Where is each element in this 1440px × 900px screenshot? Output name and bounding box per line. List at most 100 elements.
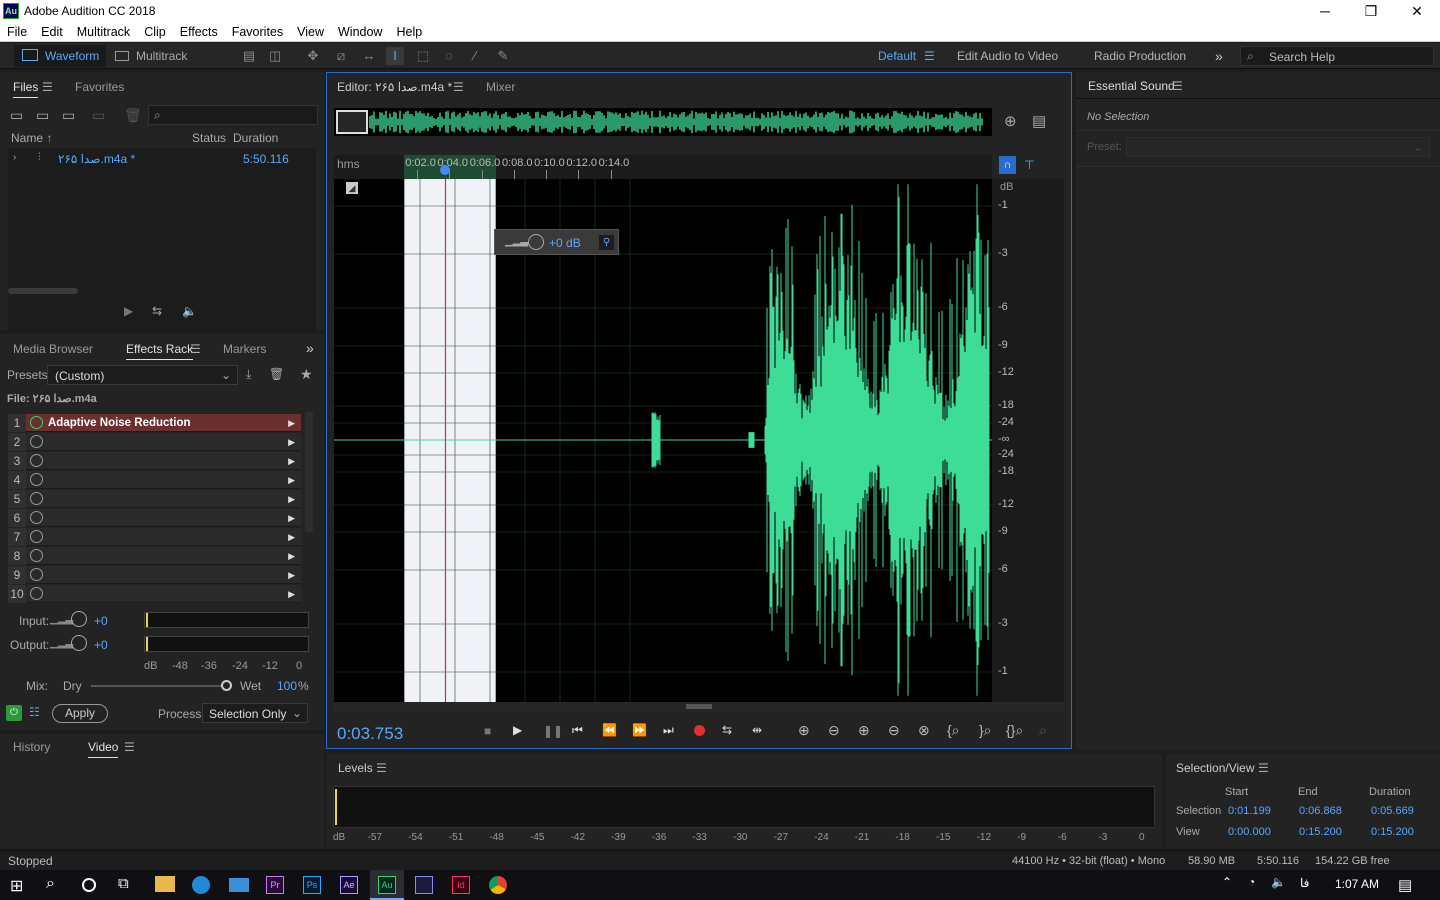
- menu-file[interactable]: File: [0, 22, 34, 42]
- play-icon[interactable]: ▶: [124, 304, 133, 318]
- record-icon[interactable]: [694, 725, 705, 736]
- loop-playback-icon[interactable]: ⇆: [722, 723, 732, 737]
- maximize-button[interactable]: ❐: [1348, 0, 1394, 22]
- zoom-out-time-icon[interactable]: ⊖: [888, 722, 900, 739]
- menu-window[interactable]: Window: [331, 22, 389, 42]
- time-selection-tool-icon[interactable]: I: [386, 47, 404, 65]
- save-preset-icon[interactable]: ⤓: [246, 367, 251, 382]
- menu-effects[interactable]: Effects: [173, 22, 225, 42]
- skip-next-icon[interactable]: ⏭: [663, 723, 674, 738]
- input-gain-value[interactable]: +0: [94, 614, 108, 628]
- effect-slot-8[interactable]: 8 ▶: [8, 547, 301, 565]
- column-status[interactable]: Status: [192, 131, 226, 145]
- search-help-input[interactable]: ⌕ Search Help: [1240, 46, 1434, 66]
- tab-effects-rack[interactable]: Effects Rack: [126, 342, 194, 360]
- import-file-icon[interactable]: ▭: [36, 107, 49, 124]
- panel-menu-icon[interactable]: ☰: [42, 80, 53, 94]
- zoom-to-selection-icon[interactable]: {}⌕: [1006, 722, 1023, 739]
- effect-menu-arrow-icon[interactable]: ▶: [288, 452, 295, 470]
- show-channels-icon[interactable]: ▤: [1032, 112, 1046, 130]
- effect-menu-arrow-icon[interactable]: ▶: [288, 433, 295, 451]
- column-name[interactable]: Name ↑: [11, 131, 52, 145]
- task-view-icon[interactable]: ⧉: [118, 875, 129, 892]
- media-encoder-icon[interactable]: [415, 876, 433, 894]
- mix-slider-knob[interactable]: [221, 680, 232, 691]
- brush-tool-icon[interactable]: ∕: [466, 47, 484, 65]
- show-list-icon[interactable]: ☷: [29, 705, 40, 719]
- open-file-icon[interactable]: ▭: [10, 107, 23, 124]
- presets-dropdown[interactable]: (Custom) ⌄: [47, 365, 238, 385]
- waveform-view-button[interactable]: Waveform: [14, 45, 106, 67]
- rack-power-icon[interactable]: ⏻: [6, 705, 22, 721]
- tab-markers[interactable]: Markers: [223, 342, 266, 356]
- move-tool-icon[interactable]: ✥: [304, 47, 322, 65]
- input-gain-knob[interactable]: [71, 611, 87, 627]
- panel-menu-icon[interactable]: ☰: [190, 342, 201, 356]
- effect-slot-7[interactable]: 7 ▶: [8, 528, 301, 546]
- edge-icon[interactable]: [192, 876, 210, 894]
- effect-power-icon[interactable]: [30, 435, 43, 448]
- files-scrollbar[interactable]: [8, 288, 78, 294]
- pause-icon[interactable]: ❚❚: [543, 724, 563, 738]
- tab-video[interactable]: Video: [88, 740, 119, 758]
- show-hidden-icons[interactable]: ⌃: [1222, 875, 1232, 889]
- menu-view[interactable]: View: [290, 22, 331, 42]
- search-icon[interactable]: ⌕: [46, 875, 55, 893]
- effect-power-icon[interactable]: [30, 568, 43, 581]
- skip-selection-icon[interactable]: ⇹: [752, 723, 762, 737]
- hud-volume-knob[interactable]: [528, 234, 544, 250]
- chrome-icon[interactable]: [489, 876, 507, 894]
- overflow-chevron-icon[interactable]: »: [306, 340, 314, 356]
- menu-favorites[interactable]: Favorites: [225, 22, 290, 42]
- current-time-display[interactable]: 0:03.753: [337, 724, 403, 744]
- effect-slot-3[interactable]: 3 ▶: [8, 452, 301, 470]
- effect-slot-4[interactable]: 4 ▶: [8, 471, 301, 489]
- zoom-out-full-icon[interactable]: ⊗: [918, 722, 930, 739]
- audition-taskbar-button[interactable]: Au: [370, 870, 404, 900]
- after-effects-icon[interactable]: Ae: [340, 876, 358, 894]
- workspace-edit-audio-to-video[interactable]: Edit Audio to Video: [957, 46, 1058, 66]
- mix-wet-value[interactable]: 100: [277, 679, 297, 693]
- panel-menu-icon[interactable]: ☰: [453, 80, 464, 94]
- effects-scrollbar[interactable]: [305, 412, 313, 532]
- zoom-out-amplitude-icon[interactable]: ⊖: [828, 722, 840, 739]
- panel-menu-icon[interactable]: ☰: [124, 740, 135, 754]
- effect-menu-arrow-icon[interactable]: ▶: [288, 490, 295, 508]
- spectral-frequency-icon[interactable]: ▤: [240, 47, 258, 65]
- effect-power-icon[interactable]: [30, 416, 43, 429]
- tab-favorites[interactable]: Favorites: [75, 80, 124, 94]
- fade-in-handle-icon[interactable]: ◢: [346, 182, 358, 194]
- multitrack-view-button[interactable]: Multitrack: [112, 45, 200, 67]
- fast-forward-icon[interactable]: ⏩: [632, 723, 647, 737]
- clock[interactable]: 1:07 AM: [1335, 877, 1379, 891]
- cortana-icon[interactable]: [82, 878, 96, 892]
- waveform-display[interactable]: ◢: [334, 179, 992, 702]
- tab-mixer[interactable]: Mixer: [486, 80, 515, 94]
- skip-previous-icon[interactable]: ⏮: [572, 723, 583, 738]
- spectral-pitch-icon[interactable]: ◫: [266, 47, 284, 65]
- loop-icon[interactable]: ⇆: [152, 304, 162, 318]
- overview-view-handle[interactable]: [336, 110, 368, 134]
- effect-menu-arrow-icon[interactable]: ▶: [288, 414, 295, 432]
- workspace-default[interactable]: Default: [878, 46, 916, 66]
- menu-edit[interactable]: Edit: [34, 22, 70, 42]
- menu-clip[interactable]: Clip: [137, 22, 173, 42]
- scrollbar-grip[interactable]: [686, 704, 712, 709]
- volume-icon[interactable]: 🔈: [1271, 875, 1286, 889]
- mix-slider-track[interactable]: [91, 680, 232, 691]
- zoom-in-time-icon[interactable]: ⊕: [858, 722, 870, 739]
- slip-tool-icon[interactable]: ↔: [360, 47, 378, 65]
- view-end[interactable]: 0:15.200: [1299, 826, 1342, 838]
- files-search-input[interactable]: ⌕: [148, 105, 318, 125]
- effect-menu-arrow-icon[interactable]: ▶: [288, 528, 295, 546]
- effect-power-icon[interactable]: [30, 549, 43, 562]
- lasso-tool-icon[interactable]: ◌: [440, 47, 458, 65]
- playhead-marker-icon[interactable]: ⊤: [1021, 156, 1038, 174]
- mail-icon[interactable]: [229, 878, 249, 892]
- zoom-selection-icon[interactable]: ⊕: [1004, 112, 1017, 130]
- column-duration[interactable]: Duration: [233, 131, 278, 145]
- new-file-icon[interactable]: ▭: [62, 107, 75, 124]
- network-icon[interactable]: ◔: [1248, 875, 1255, 889]
- effect-slot-10[interactable]: 10 ▶: [8, 585, 301, 603]
- effect-power-icon[interactable]: [30, 587, 43, 600]
